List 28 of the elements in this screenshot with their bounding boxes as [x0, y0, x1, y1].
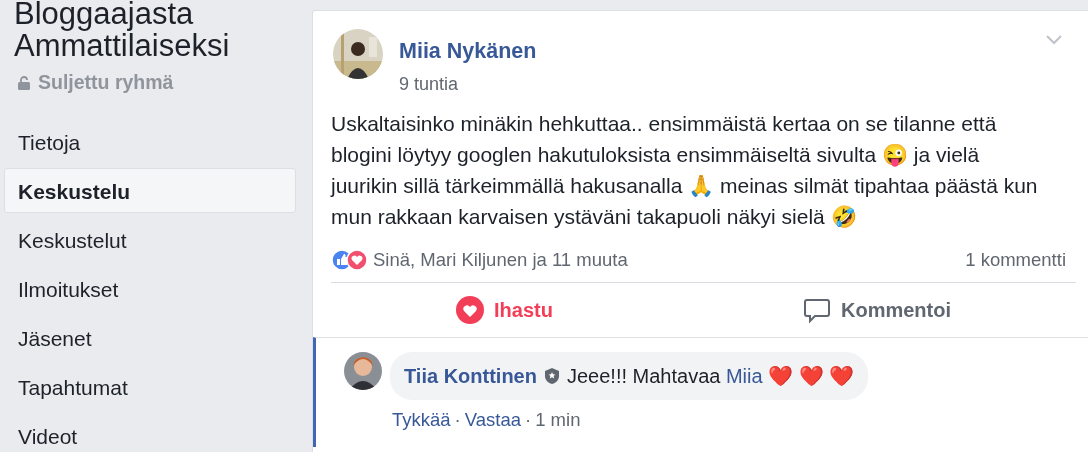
privacy-label: Suljettu ryhmä — [38, 70, 174, 95]
comment-count[interactable]: 1 kommentti — [965, 246, 1066, 274]
comment-button[interactable]: Kommentoi — [792, 291, 961, 329]
separator-dot: · — [454, 408, 461, 432]
sidebar-item[interactable]: Jäsenet — [4, 315, 296, 361]
group-title: Bloggaajasta — [14, 0, 195, 32]
author-name[interactable]: Miia Nykänen — [399, 35, 537, 68]
post-time: 9 tuntia — [399, 73, 460, 97]
mention-link[interactable]: Miia — [725, 365, 763, 387]
sidebar-item[interactable]: Tietoja — [4, 119, 296, 165]
commenter-name[interactable]: Tiia Konttinen — [404, 361, 537, 391]
sidebar-item[interactable]: Ilmoitukset — [4, 266, 296, 312]
reaction-icons[interactable] — [331, 249, 369, 272]
comment-action-link[interactable]: Vastaa — [464, 406, 521, 434]
lock-icon — [18, 75, 30, 90]
shield-icon — [544, 368, 559, 384]
comment-text: Jeee!!! Mahtavaa Miia ❤ ❤ ❤ — [566, 364, 855, 389]
reaction-summary[interactable]: Sinä, Mari Kiljunen ja 11 muuta — [373, 246, 628, 274]
sidebar-item[interactable]: Videot — [4, 413, 296, 452]
love-button[interactable]: Ihastu — [446, 291, 563, 329]
sidebar-item[interactable]: Tapahtumat — [4, 364, 296, 410]
sidebar-item[interactable]: Keskustelut — [4, 217, 296, 263]
post-text: Uskaltaisinko minäkin hehkuttaa.. ensimmäistä kertaa on se tilanne että blogini löytyy googlen hakutuloksista ensimmäiseltä sivulta 😜 ja vielä juurikin sillä tärkeimmällä hakusanalla 🙏 meinas silmät tipahtaa päästä kun mun rakkaan karvaisen ystäväni takapuoli näkyi sielä 🤣 — [329, 111, 1039, 231]
sidebar-item[interactable]: Keskustelu — [4, 168, 296, 214]
comment-action-link[interactable]: Tykkää — [392, 406, 451, 434]
comment-time: 1 min — [535, 408, 581, 432]
speech-bubble-icon — [802, 296, 831, 324]
separator-dot: · — [525, 408, 532, 432]
